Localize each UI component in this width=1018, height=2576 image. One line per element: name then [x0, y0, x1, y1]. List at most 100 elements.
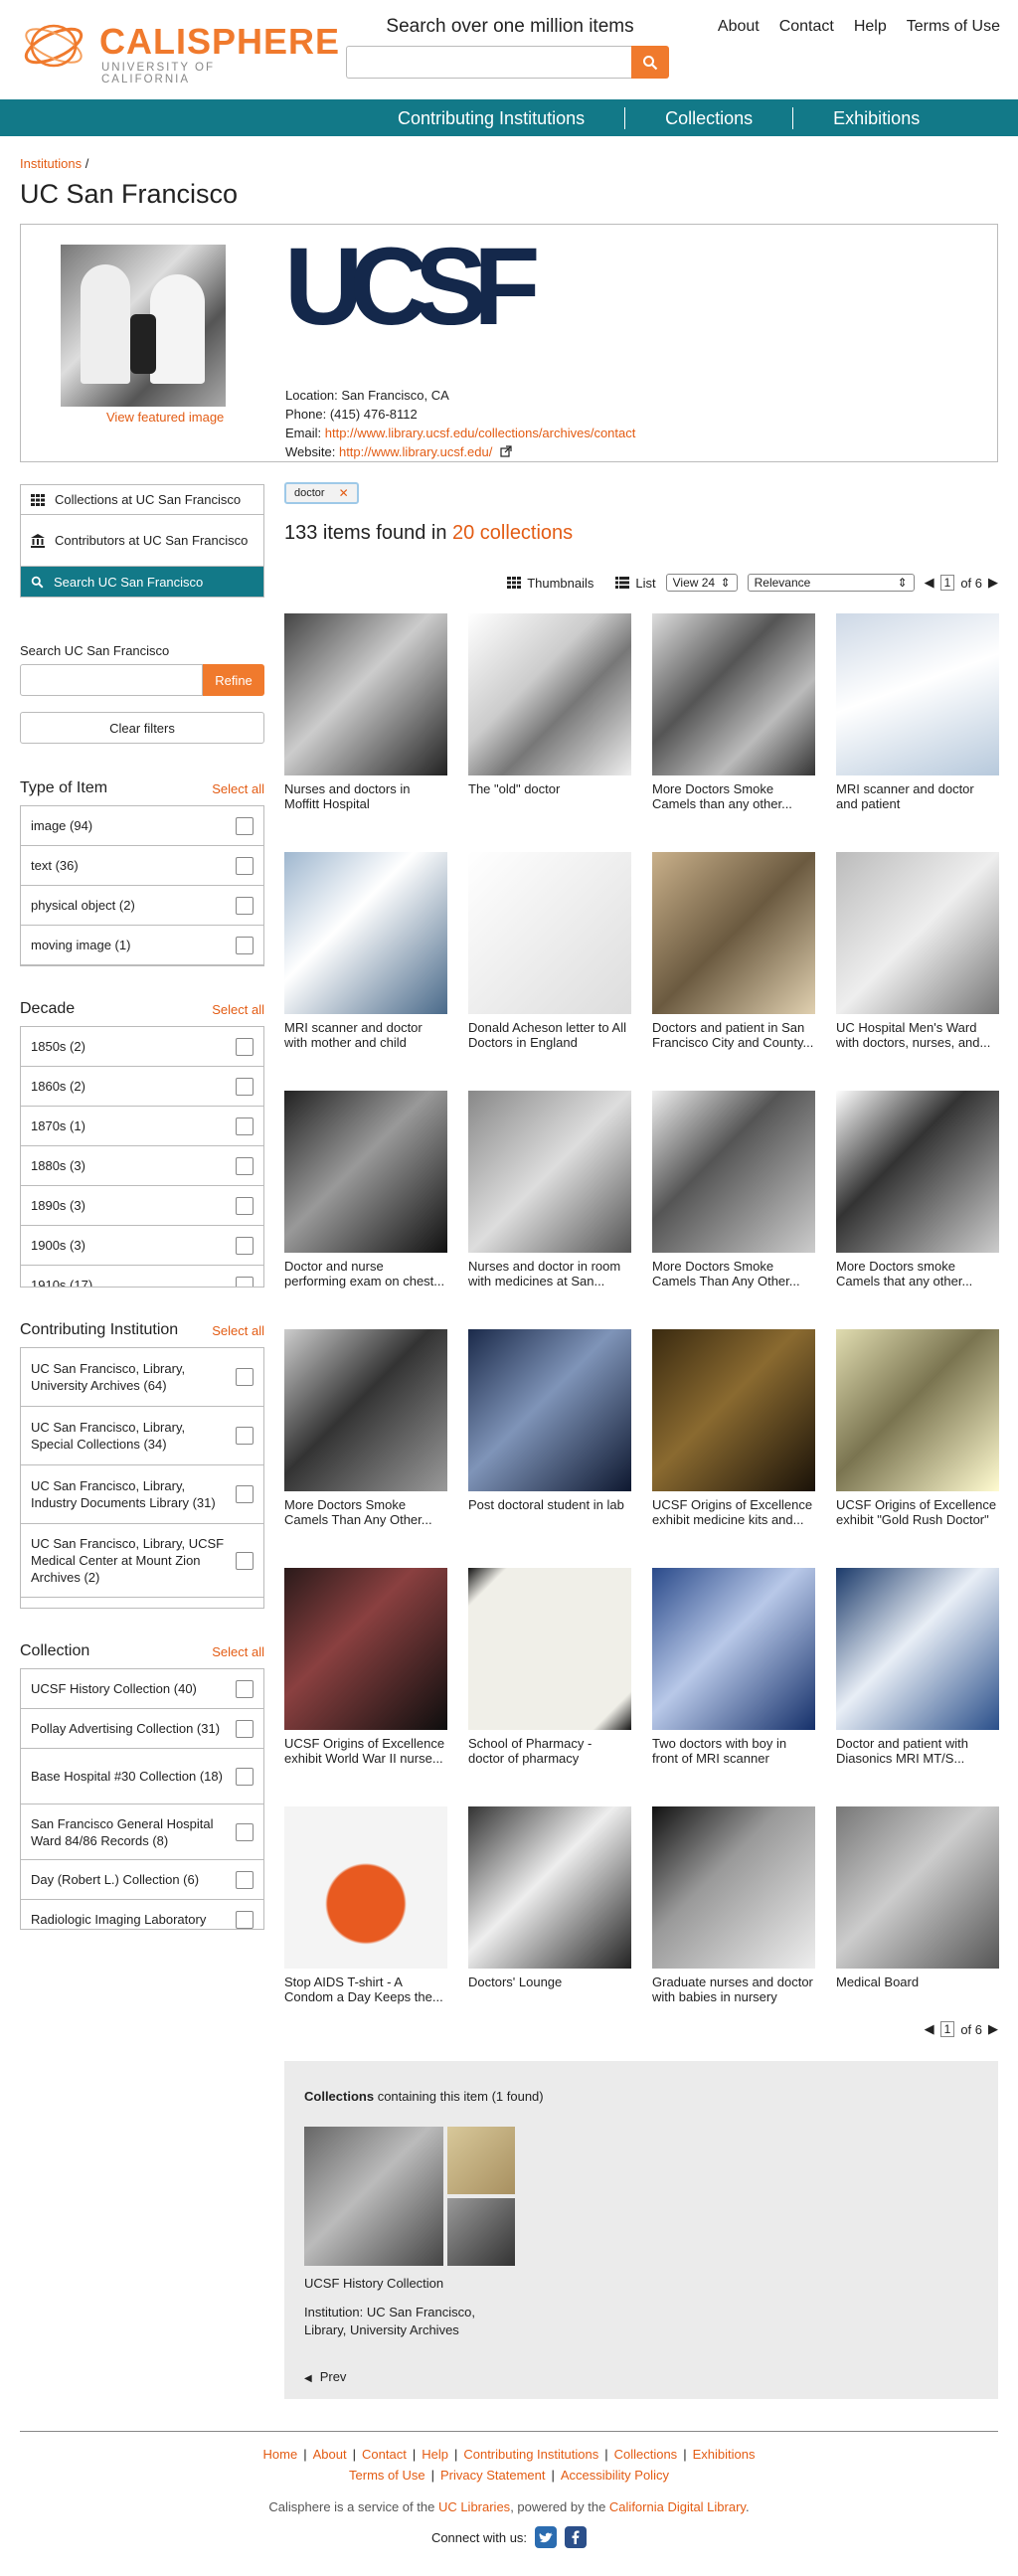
- result-thumbnail[interactable]: [836, 852, 999, 1014]
- result-thumbnail[interactable]: [652, 1568, 815, 1730]
- result-thumbnail[interactable]: [652, 1806, 815, 1969]
- checkbox[interactable]: [236, 1427, 254, 1445]
- result-caption[interactable]: Medical Board: [836, 1975, 999, 2004]
- facet-option[interactable]: UCSF History Collection (40): [21, 1669, 263, 1709]
- facet-option[interactable]: UC San Francisco, Library, Special Colle…: [21, 1407, 263, 1465]
- result-card[interactable]: Stop AIDS T-shirt - A Condom a Day Keeps…: [284, 1806, 447, 2004]
- facet-option[interactable]: image (94): [21, 806, 263, 846]
- result-card[interactable]: UCSF Origins of Excellence exhibit "Gold…: [836, 1329, 999, 1527]
- result-card[interactable]: UC Hospital Men's Ward with doctors, nur…: [836, 852, 999, 1050]
- result-thumbnail[interactable]: [284, 1806, 447, 1969]
- facet-option[interactable]: 1890s (3): [21, 1186, 263, 1226]
- calisphere-logo[interactable]: CALISPHERE UNIVERSITY OF CALIFORNIA: [20, 18, 339, 86]
- result-caption[interactable]: Two doctors with boy in front of MRI sca…: [652, 1736, 815, 1766]
- checkbox[interactable]: [236, 1767, 254, 1786]
- refine-input[interactable]: [20, 664, 203, 696]
- checkbox[interactable]: [236, 1196, 254, 1215]
- checkbox[interactable]: [236, 1156, 254, 1175]
- checkbox[interactable]: [236, 1368, 254, 1386]
- result-caption[interactable]: Doctor and nurse performing exam on ches…: [284, 1259, 447, 1288]
- facet-option[interactable]: UC San Francisco, Library, UCSF Medical …: [21, 1524, 263, 1598]
- facet-option[interactable]: UC San Francisco, Library, Industry Docu…: [21, 1465, 263, 1524]
- result-card[interactable]: Two doctors with boy in front of MRI sca…: [652, 1568, 815, 1766]
- next-page-icon[interactable]: ▶: [988, 2021, 998, 2037]
- footer-link[interactable]: Exhibitions: [693, 2447, 756, 2462]
- global-search-button[interactable]: [631, 46, 669, 79]
- collection-thumbnail[interactable]: [447, 2198, 515, 2266]
- checkbox[interactable]: [236, 856, 254, 875]
- facet-option[interactable]: San Francisco General Hospital Ward 84/8…: [21, 1804, 263, 1860]
- result-thumbnail[interactable]: [284, 613, 447, 775]
- result-thumbnail[interactable]: [468, 1806, 631, 1969]
- contact-link[interactable]: Contact: [779, 18, 834, 36]
- page-number-input[interactable]: 1: [939, 2021, 955, 2037]
- result-thumbnail[interactable]: [836, 1568, 999, 1730]
- facet-option[interactable]: physical object (2): [21, 886, 263, 926]
- result-thumbnail[interactable]: [836, 613, 999, 775]
- result-card[interactable]: UCSF Origins of Excellence exhibit World…: [284, 1568, 447, 1766]
- result-thumbnail[interactable]: [652, 613, 815, 775]
- facet-option[interactable]: UC San Francisco, Library, University Ar…: [21, 1348, 263, 1407]
- checkbox[interactable]: [236, 1870, 254, 1889]
- footer-link[interactable]: Help: [422, 2447, 448, 2462]
- result-thumbnail[interactable]: [836, 1806, 999, 1969]
- result-card[interactable]: School of Pharmacy - doctor of pharmacy …: [468, 1568, 631, 1766]
- result-thumbnail[interactable]: [468, 613, 631, 775]
- result-caption[interactable]: More Doctors smoke Camels that any other…: [836, 1259, 999, 1288]
- result-thumbnail[interactable]: [468, 1329, 631, 1491]
- next-page-icon[interactable]: ▶: [988, 575, 998, 591]
- twitter-icon[interactable]: [535, 2526, 558, 2548]
- sidebar-item-search[interactable]: Search UC San Francisco: [21, 567, 263, 597]
- result-caption[interactable]: Nurses and doctors in Moffitt Hospital: [284, 781, 447, 811]
- result-card[interactable]: Doctor and nurse performing exam on ches…: [284, 1091, 447, 1288]
- result-thumbnail[interactable]: [284, 1091, 447, 1253]
- result-card[interactable]: Donald Acheson letter to All Doctors in …: [468, 852, 631, 1050]
- footer-link[interactable]: About: [313, 2447, 347, 2462]
- checkbox[interactable]: [236, 1551, 254, 1570]
- about-link[interactable]: About: [718, 18, 760, 36]
- email-link[interactable]: http://www.library.ucsf.edu/collections/…: [325, 426, 636, 440]
- result-caption[interactable]: The "old" doctor: [468, 781, 631, 811]
- collection-thumbnail[interactable]: [304, 2127, 443, 2266]
- checkbox[interactable]: [236, 1485, 254, 1503]
- result-thumbnail[interactable]: [652, 1091, 815, 1253]
- collection-name[interactable]: UCSF History Collection: [304, 2276, 443, 2291]
- checkbox[interactable]: [236, 1037, 254, 1056]
- facet-option[interactable]: 1870s (1): [21, 1107, 263, 1146]
- result-thumbnail[interactable]: [468, 852, 631, 1014]
- result-caption[interactable]: Donald Acheson letter to All Doctors in …: [468, 1020, 631, 1050]
- nav-contributing-institutions[interactable]: Contributing Institutions: [358, 106, 626, 129]
- facet-option[interactable]: 1850s (2): [21, 1027, 263, 1067]
- prev-page-icon[interactable]: ◀: [925, 2021, 934, 2037]
- close-icon[interactable]: ✕: [339, 486, 349, 500]
- checkbox[interactable]: [236, 1719, 254, 1738]
- sidebar-item-contributors[interactable]: Contributors at UC San Francisco: [21, 515, 263, 567]
- checkbox[interactable]: [236, 936, 254, 954]
- featured-image[interactable]: [61, 245, 226, 407]
- facet-option[interactable]: Day (Robert L.) Collection (6): [21, 1860, 263, 1900]
- result-caption[interactable]: MRI scanner and doctor and patient: [836, 781, 999, 811]
- result-caption[interactable]: More Doctors Smoke Camels than any other…: [652, 781, 815, 811]
- result-card[interactable]: Nurses and doctors in Moffitt Hospital: [284, 613, 447, 811]
- result-caption[interactable]: Doctors' Lounge: [468, 1975, 631, 2004]
- result-caption[interactable]: UCSF Origins of Excellence exhibit "Gold…: [836, 1497, 999, 1527]
- result-thumbnail[interactable]: [468, 1091, 631, 1253]
- footer-link[interactable]: Accessibility Policy: [561, 2468, 669, 2483]
- result-caption[interactable]: Post doctoral student in lab: [468, 1497, 631, 1527]
- facet-option[interactable]: 1910s (17): [21, 1266, 263, 1287]
- nav-exhibitions[interactable]: Exhibitions: [793, 107, 959, 129]
- result-card[interactable]: The "old" doctor: [468, 613, 631, 811]
- terms-link[interactable]: Terms of Use: [907, 18, 1000, 36]
- result-card[interactable]: More Doctors Smoke Camels than any other…: [652, 613, 815, 811]
- checkbox[interactable]: [236, 896, 254, 915]
- list-toggle[interactable]: List: [615, 576, 656, 591]
- checkbox[interactable]: [236, 1276, 254, 1287]
- result-thumbnail[interactable]: [652, 852, 815, 1014]
- help-link[interactable]: Help: [854, 18, 887, 36]
- facet-option[interactable]: moving image (1): [21, 926, 263, 965]
- result-caption[interactable]: More Doctors Smoke Camels Than Any Other…: [652, 1259, 815, 1288]
- checkbox[interactable]: [236, 1910, 254, 1929]
- result-thumbnail[interactable]: [284, 852, 447, 1014]
- filter-chip[interactable]: doctor ✕: [284, 482, 359, 504]
- breadcrumb-institutions-link[interactable]: Institutions: [20, 156, 82, 171]
